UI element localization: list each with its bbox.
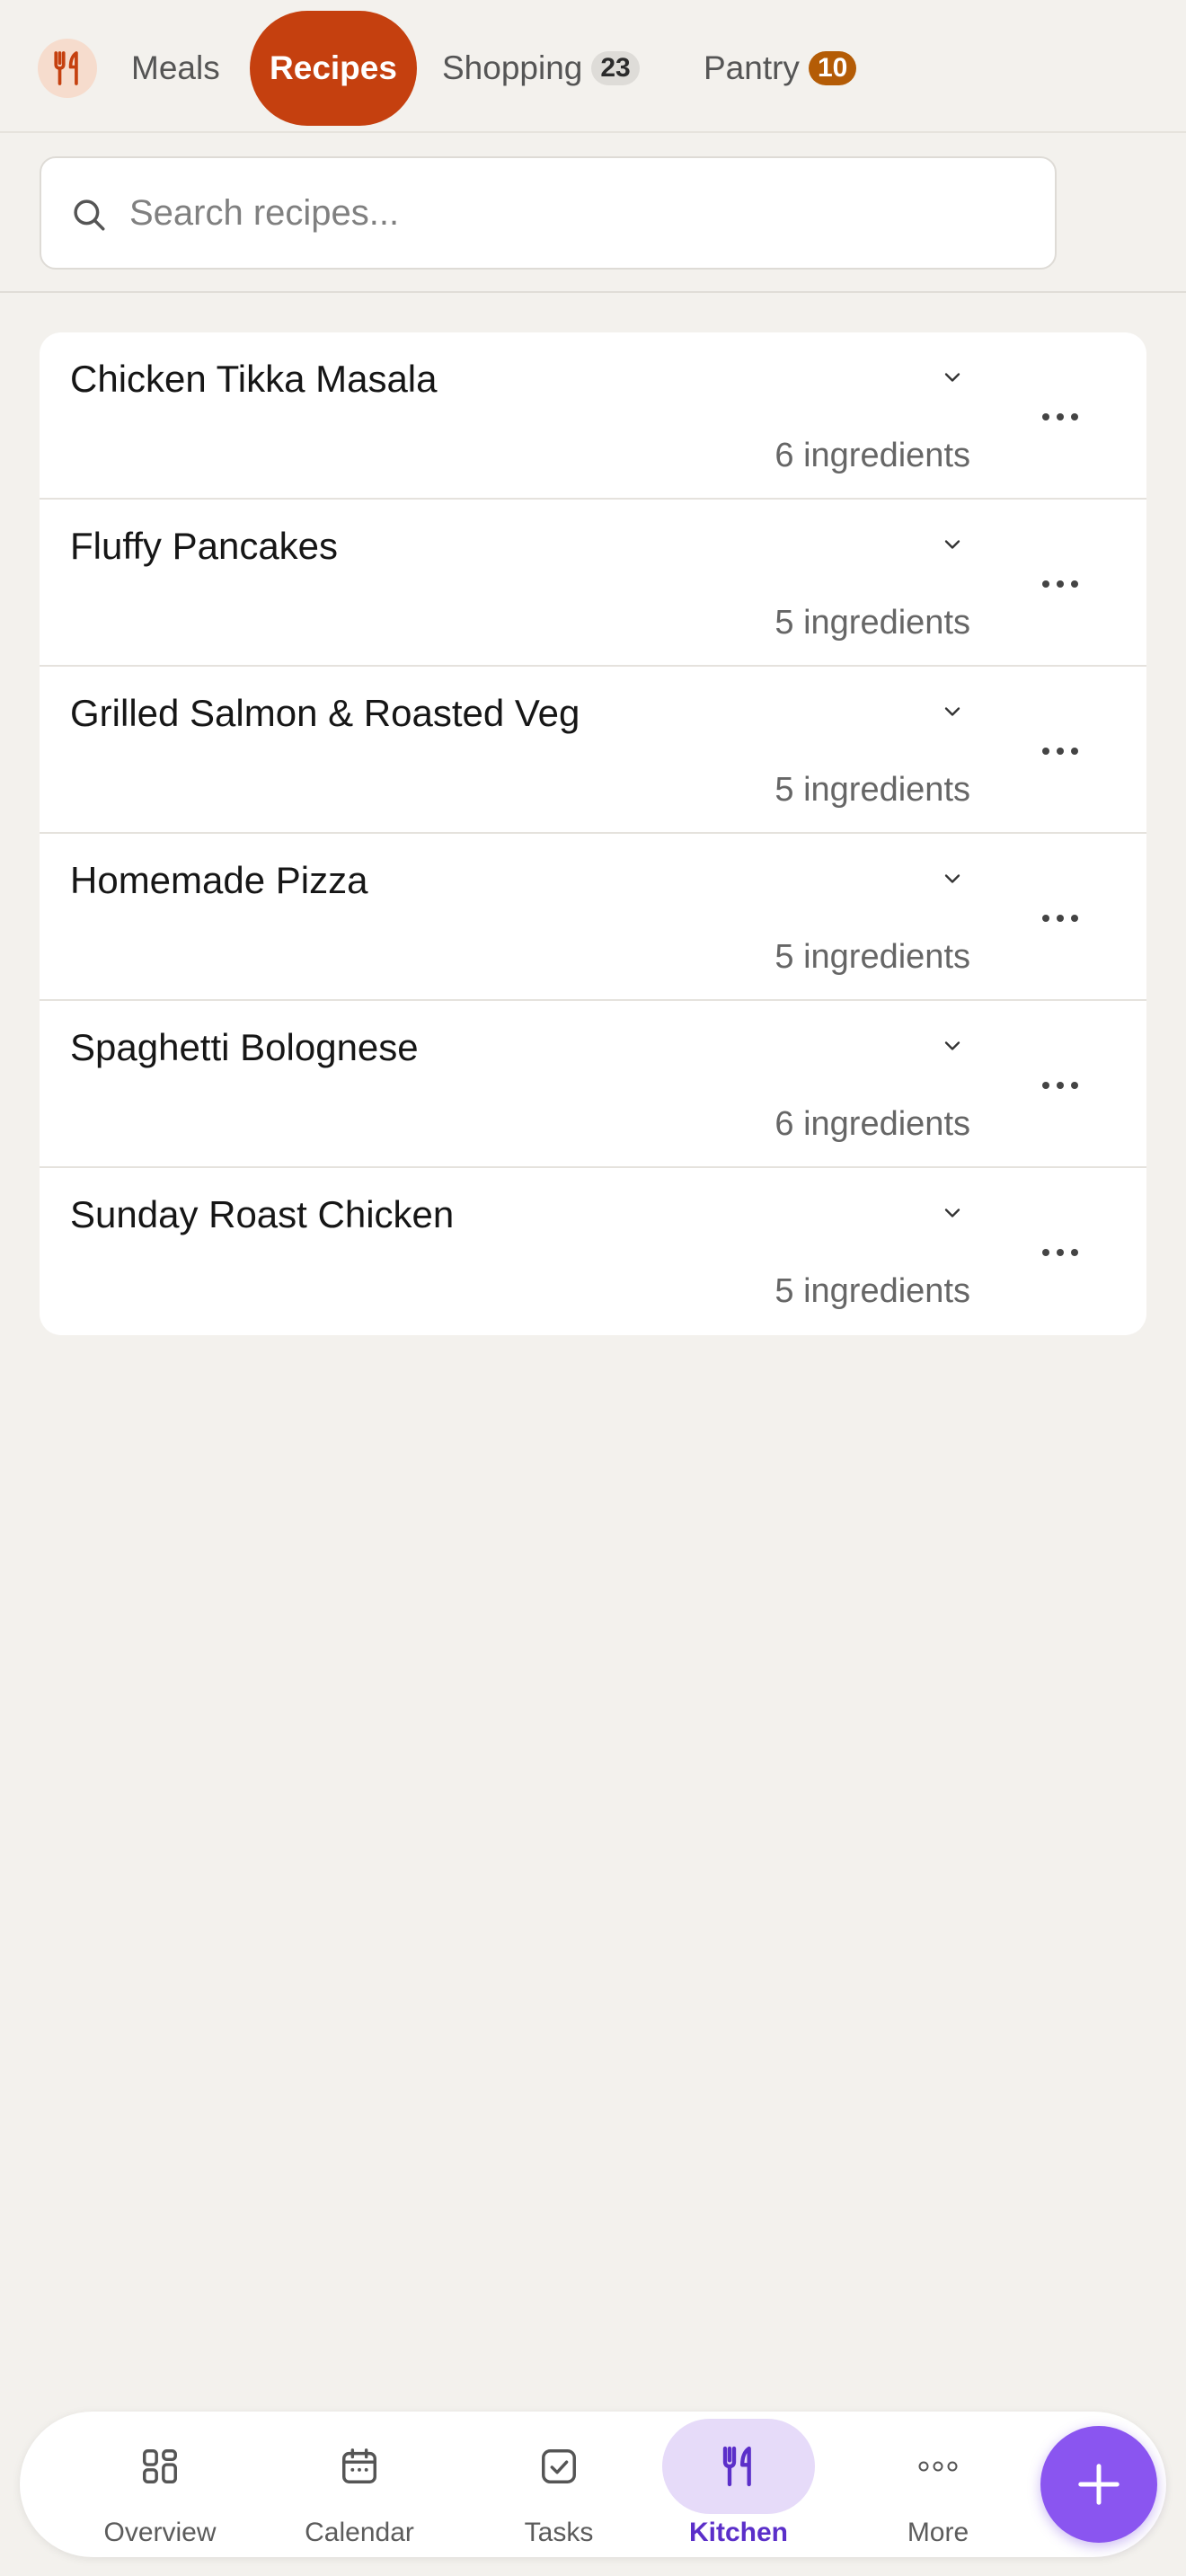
nav-overview[interactable]: Overview — [75, 2412, 245, 2557]
fork-knife-icon — [722, 2446, 751, 2487]
recipe-row[interactable]: Sunday Roast Chicken 5 ingredients — [40, 1168, 1146, 1335]
recipe-name: Grilled Salmon & Roasted Veg — [70, 692, 580, 734]
chevron-down-icon[interactable] — [940, 699, 965, 724]
more-horizontal-icon — [1042, 1082, 1078, 1089]
tab-shopping[interactable]: Shopping 23 — [442, 11, 640, 126]
chevron-down-icon[interactable] — [940, 532, 965, 557]
tab-meals-label: Meals — [131, 49, 220, 86]
nav-kitchen-icon-wrap — [662, 2419, 815, 2514]
nav-more[interactable]: More — [853, 2412, 1023, 2557]
add-fab-button[interactable] — [1040, 2426, 1157, 2543]
nav-calendar-icon-wrap — [283, 2419, 436, 2514]
ingredient-count: 6 ingredients — [774, 437, 970, 474]
tab-recipes-label: Recipes — [270, 49, 397, 86]
recipe-row[interactable]: Spaghetti Bolognese 6 ingredients — [40, 1001, 1146, 1168]
check-square-icon — [542, 2449, 576, 2483]
more-horizontal-icon — [1042, 915, 1078, 922]
app-logo — [38, 39, 97, 98]
tab-pantry[interactable]: Pantry 10 — [704, 11, 857, 126]
recipe-more-button[interactable] — [1028, 390, 1093, 444]
chevron-down-icon[interactable] — [940, 365, 965, 390]
plus-icon — [1078, 2464, 1120, 2505]
chevron-down-icon[interactable] — [940, 866, 965, 891]
nav-overview-icon-wrap — [84, 2419, 236, 2514]
recipe-row[interactable]: Chicken Tikka Masala 6 ingredients — [40, 332, 1146, 500]
ingredient-count: 6 ingredients — [774, 1105, 970, 1143]
recipe-more-button[interactable] — [1028, 557, 1093, 611]
more-horizontal-icon — [1042, 580, 1078, 588]
grid-icon — [143, 2449, 177, 2483]
more-horizontal-icon — [1042, 1249, 1078, 1256]
nav-overview-label: Overview — [103, 2518, 217, 2547]
search-icon — [74, 199, 105, 231]
chevron-down-icon[interactable] — [940, 1033, 965, 1058]
recipe-more-button[interactable] — [1028, 724, 1093, 778]
recipe-more-button[interactable] — [1028, 891, 1093, 945]
ingredient-count: 5 ingredients — [774, 604, 970, 642]
tab-shopping-label: Shopping — [442, 49, 583, 86]
shopping-count-badge: 23 — [591, 51, 640, 85]
nav-kitchen-label: Kitchen — [688, 2518, 788, 2547]
more-horizontal-icon — [1042, 413, 1078, 420]
calendar-icon — [342, 2448, 376, 2483]
nav-calendar[interactable]: Calendar — [274, 2412, 445, 2557]
more-horizontal-icon — [918, 2461, 958, 2472]
fork-knife-icon — [54, 51, 78, 85]
ingredient-count: 5 ingredients — [774, 1272, 970, 1310]
nav-more-label: More — [907, 2518, 969, 2547]
recipe-name: Spaghetti Bolognese — [70, 1026, 419, 1068]
nav-kitchen[interactable]: Kitchen — [653, 2412, 824, 2557]
tab-meals[interactable]: Meals — [131, 11, 220, 126]
search-input[interactable] — [129, 185, 1028, 241]
recipe-name: Sunday Roast Chicken — [70, 1193, 455, 1235]
recipe-row[interactable]: Grilled Salmon & Roasted Veg 5 ingredien… — [40, 667, 1146, 834]
recipe-more-button[interactable] — [1028, 1058, 1093, 1112]
search-box[interactable] — [40, 156, 1057, 270]
recipe-name: Fluffy Pancakes — [70, 525, 339, 567]
recipe-row[interactable]: Homemade Pizza 5 ingredients — [40, 834, 1146, 1001]
top-tab-bar: Meals Recipes Shopping 23 Pantry 10 — [0, 0, 1186, 133]
recipe-name: Homemade Pizza — [70, 859, 368, 901]
recipe-row[interactable]: Fluffy Pancakes 5 ingredients — [40, 500, 1146, 667]
tab-recipes[interactable]: Recipes — [250, 11, 417, 126]
tab-pantry-label: Pantry — [704, 49, 800, 86]
nav-more-icon-wrap — [862, 2419, 1014, 2514]
nav-tasks-label: Tasks — [524, 2518, 594, 2547]
nav-calendar-label: Calendar — [305, 2518, 414, 2547]
recipe-list: Chicken Tikka Masala 6 ingredients Fluff… — [40, 332, 1146, 1335]
chevron-down-icon[interactable] — [940, 1200, 965, 1226]
nav-tasks-icon-wrap — [482, 2419, 635, 2514]
ingredient-count: 5 ingredients — [774, 771, 970, 809]
search-section — [0, 135, 1186, 293]
bottom-nav: Overview Calendar Tasks Kitchen More — [20, 2412, 1166, 2557]
recipe-more-button[interactable] — [1028, 1226, 1093, 1279]
ingredient-count: 5 ingredients — [774, 938, 970, 976]
recipe-name: Chicken Tikka Masala — [70, 358, 438, 400]
nav-tasks[interactable]: Tasks — [474, 2412, 644, 2557]
more-horizontal-icon — [1042, 748, 1078, 755]
pantry-count-badge: 10 — [808, 51, 857, 85]
